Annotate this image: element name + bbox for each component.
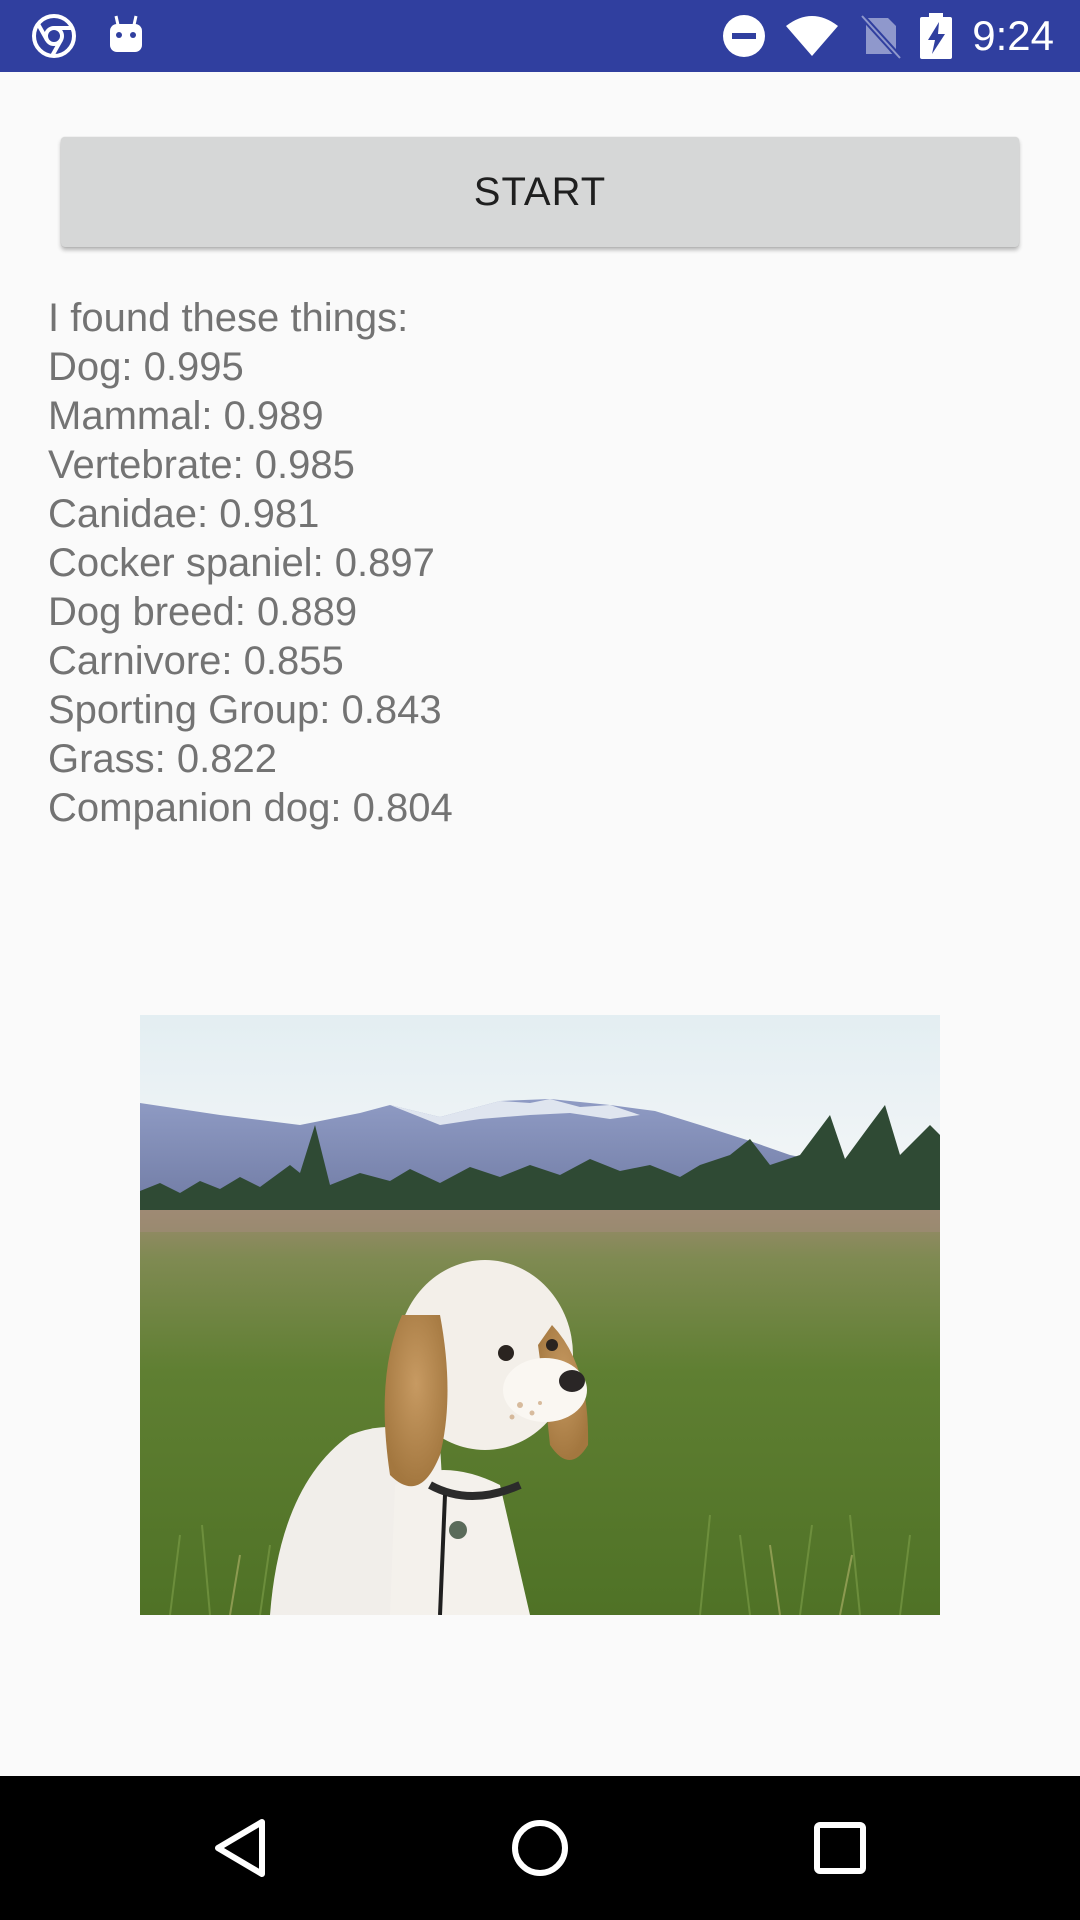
chrome-icon	[32, 14, 76, 58]
result-item: Companion dog: 0.804	[48, 786, 453, 830]
wifi-icon	[786, 16, 838, 56]
android-debug-icon	[110, 15, 142, 52]
back-icon[interactable]	[204, 1812, 276, 1884]
status-bar: 9:24	[0, 0, 1080, 72]
battery-charging-icon	[920, 13, 952, 59]
result-item: Grass: 0.822	[48, 737, 278, 781]
result-item: Vertebrate: 0.985	[48, 443, 355, 487]
result-item: Sporting Group: 0.843	[48, 688, 442, 732]
dog-photo	[140, 1015, 940, 1615]
main-content: START I found these things: Dog: 0.995 M…	[0, 72, 1080, 1776]
results-header: I found these things:	[48, 296, 409, 340]
result-item: Dog: 0.995	[48, 345, 244, 389]
results-list: I found these things: Dog: 0.995 Mammal:…	[48, 294, 1028, 833]
dog-in-meadow-image	[140, 1015, 940, 1615]
result-item: Carnivore: 0.855	[48, 639, 344, 683]
navigation-bar	[0, 1776, 1080, 1920]
result-item: Cocker spaniel: 0.897	[48, 541, 435, 585]
result-item: Canidae: 0.981	[48, 492, 320, 536]
result-item: Dog breed: 0.889	[48, 590, 358, 634]
home-icon[interactable]	[504, 1812, 576, 1884]
no-sim-icon	[859, 13, 903, 60]
result-item: Mammal: 0.989	[48, 394, 324, 438]
status-time: 9:24	[972, 12, 1054, 59]
start-button[interactable]: START	[61, 137, 1019, 247]
recents-icon[interactable]	[804, 1812, 876, 1884]
do-not-disturb-icon	[723, 15, 765, 57]
